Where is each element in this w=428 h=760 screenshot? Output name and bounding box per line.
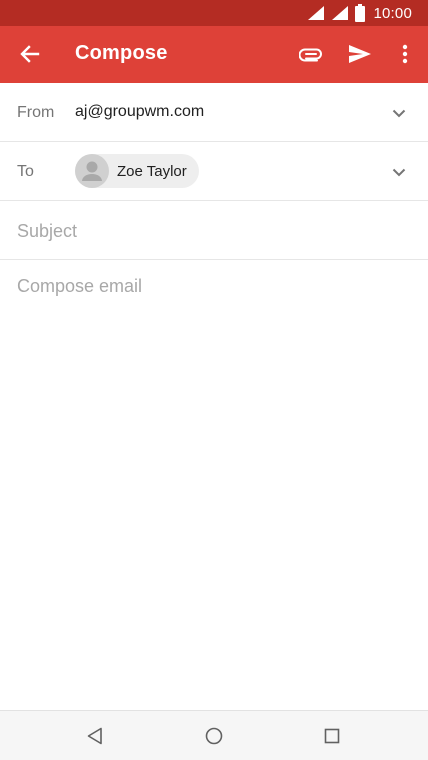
avatar — [75, 154, 109, 188]
status-clock: 10:00 — [373, 4, 412, 22]
to-row: To Zoe Taylor — [0, 142, 428, 201]
from-label: From — [17, 104, 55, 121]
from-account[interactable]: aj@groupwm.com — [75, 103, 204, 121]
back-arrow-icon — [20, 44, 40, 64]
from-dropdown-button[interactable] — [388, 102, 410, 124]
nav-home-icon — [205, 727, 223, 745]
status-bar: 10:00 — [0, 0, 428, 26]
system-nav-bar — [0, 710, 428, 760]
to-label: To — [17, 163, 34, 180]
nav-back-icon — [87, 727, 103, 745]
page-title: Compose — [75, 42, 168, 64]
compose-body-input[interactable] — [17, 276, 411, 696]
send-button[interactable] — [346, 40, 374, 68]
app-bar: Compose — [0, 26, 428, 83]
send-icon — [348, 44, 372, 64]
subject-row — [0, 201, 428, 260]
nav-back-button[interactable] — [83, 724, 107, 748]
subject-input[interactable] — [17, 219, 407, 243]
from-row: From aj@groupwm.com — [0, 83, 428, 142]
chevron-down-icon — [392, 168, 406, 177]
chevron-down-icon — [392, 109, 406, 118]
person-icon — [82, 161, 102, 181]
back-button[interactable] — [16, 40, 44, 68]
compose-screen: 10:00 Compose From aj@groupwm.com To Zoe… — [0, 0, 428, 760]
recipient-chip[interactable]: Zoe Taylor — [75, 154, 199, 188]
recipient-name: Zoe Taylor — [117, 162, 187, 180]
signal-icon — [331, 5, 349, 21]
attach-button[interactable] — [297, 40, 325, 68]
nav-home-button[interactable] — [202, 724, 226, 748]
to-dropdown-button[interactable] — [388, 161, 410, 183]
battery-icon — [355, 4, 366, 22]
more-vertical-icon — [402, 44, 408, 64]
nav-recents-button[interactable] — [320, 724, 344, 748]
more-options-button[interactable] — [391, 40, 419, 68]
nav-recents-icon — [324, 728, 340, 744]
wifi-icon — [307, 5, 325, 21]
paperclip-icon — [299, 46, 323, 62]
